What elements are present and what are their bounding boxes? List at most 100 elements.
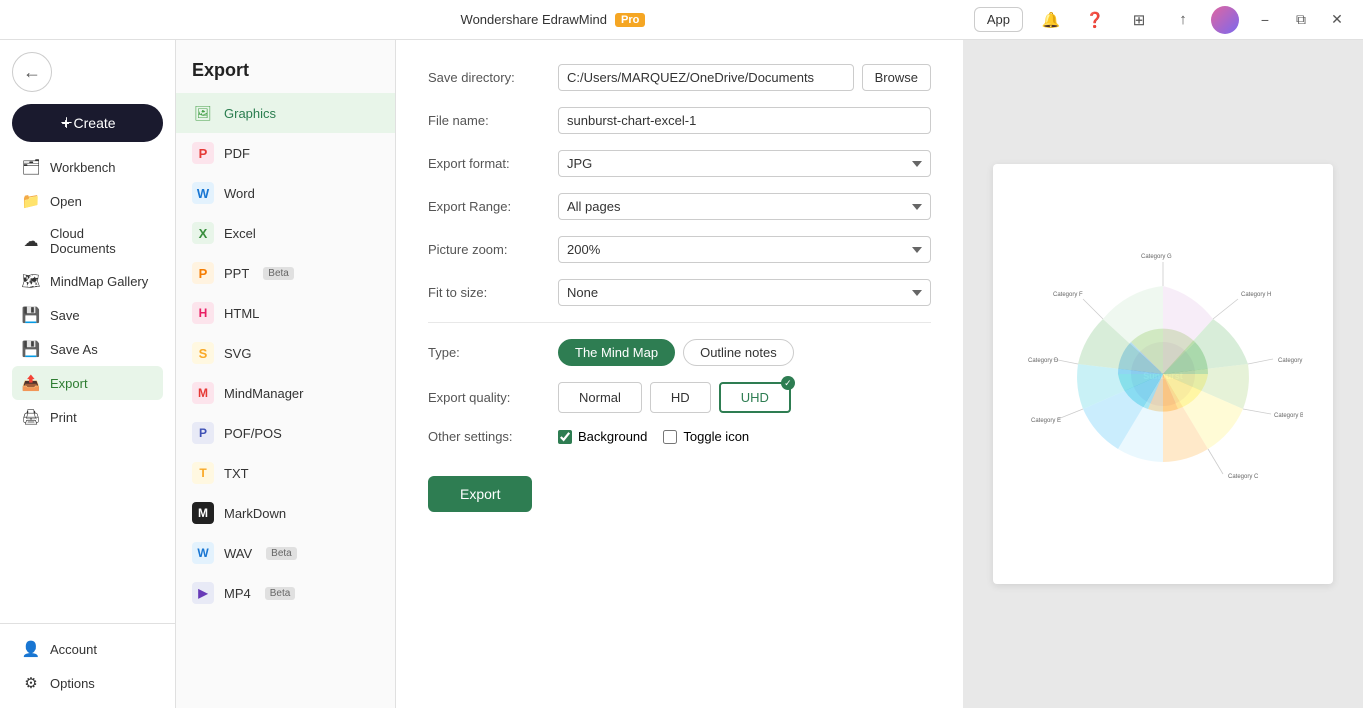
preview-panel: Sunburst [963,40,1363,708]
txt-icon: T [192,462,214,484]
export-format-control: JPG PNG BMP SVG [558,150,931,177]
toggle-icon-checkbox[interactable] [663,430,677,444]
export-item-label: MP4 [224,586,251,601]
sidebar-item-cloud[interactable]: ☁ Cloud Documents [12,218,163,264]
sidebar-item-account[interactable]: 👤 Account [12,632,163,666]
maximize-button[interactable]: ⧉ [1287,6,1315,34]
export-button[interactable]: Export [428,476,532,512]
quality-hd-button[interactable]: HD [650,382,711,413]
export-item-mindmanager[interactable]: M MindManager [176,373,395,413]
other-settings-label: Other settings: [428,429,558,444]
fit-to-size-select[interactable]: None A4 A3 Letter [558,279,931,306]
svg-text:Category C: Category C [1228,474,1259,480]
close-button[interactable]: ✕ [1323,6,1351,34]
save-directory-control: Browse [558,64,931,91]
export-item-label: TXT [224,466,249,481]
background-label: Background [578,429,647,444]
sidebar-item-options[interactable]: ⚙ Options [12,666,163,700]
export-item-ppt[interactable]: P PPT Beta [176,253,395,293]
sidebar-item-label: Save As [50,342,98,357]
svg-text:Category A: Category A [1278,358,1303,364]
export-item-graphics[interactable]: 🖼 Graphics [176,93,395,133]
app-button[interactable]: App [974,7,1023,32]
share-icon[interactable]: ↑ [1167,4,1199,36]
sidebar-item-label: Cloud Documents [50,226,153,256]
export-item-markdown[interactable]: M MarkDown [176,493,395,533]
export-item-word[interactable]: W Word [176,173,395,213]
sidebar: ← ＋ + Create 🗂 Workbench 📁 Open ☁ Cloud … [0,40,176,708]
export-format-select[interactable]: JPG PNG BMP SVG [558,150,931,177]
options-icon: ⚙ [22,674,40,692]
notification-icon[interactable]: 🔔 [1035,4,1067,36]
avatar[interactable] [1211,6,1239,34]
type-outline-notes-button[interactable]: Outline notes [683,339,794,366]
sidebar-item-workbench[interactable]: 🗂 Workbench [12,150,163,184]
export-item-wav[interactable]: W WAV Beta [176,533,395,573]
background-checkbox-item[interactable]: Background [558,429,647,444]
sidebar-item-save-as[interactable]: 💾 Save As [12,332,163,366]
preview-card: Sunburst [993,164,1333,584]
export-format-label: Export format: [428,156,558,171]
export-form: Save directory: Browse File name: Export… [396,40,963,708]
html-icon: H [192,302,214,324]
export-range-select[interactable]: All pages Current page [558,193,931,220]
app-title: Wondershare EdrawMind [461,12,607,27]
export-item-label: PDF [224,146,250,161]
ppt-beta-badge: Beta [263,267,294,280]
export-item-label: POF/POS [224,426,282,441]
svg-text:Category E: Category E [1031,418,1061,424]
export-item-pdf[interactable]: P PDF [176,133,395,173]
save-directory-input[interactable] [558,64,854,91]
export-item-html[interactable]: H HTML [176,293,395,333]
save-icon: 💾 [22,306,40,324]
svg-text:Category D: Category D [1028,358,1059,364]
sidebar-item-save[interactable]: 💾 Save [12,298,163,332]
account-icon: 👤 [22,640,40,658]
other-settings-row: Other settings: Background Toggle icon [428,429,931,444]
sidebar-item-export[interactable]: 📤 Export [12,366,163,400]
help-icon[interactable]: ❓ [1079,4,1111,36]
toggle-icon-checkbox-item[interactable]: Toggle icon [663,429,749,444]
background-checkbox[interactable] [558,430,572,444]
picture-zoom-row: Picture zoom: 200% 100% 150% 300% [428,236,931,263]
sidebar-item-mindmap-gallery[interactable]: 🗺 MindMap Gallery [12,264,163,298]
type-label: Type: [428,345,558,360]
browse-button[interactable]: Browse [862,64,931,91]
export-item-pof[interactable]: P POF/POS [176,413,395,453]
svg-icon: S [192,342,214,364]
export-item-label: PPT [224,266,249,281]
export-type-panel: Export 🖼 Graphics P PDF W Word X Excel P… [176,40,396,708]
picture-zoom-select[interactable]: 200% 100% 150% 300% [558,236,931,263]
other-settings-control: Background Toggle icon [558,429,931,444]
export-item-label: Word [224,186,255,201]
export-item-label: SVG [224,346,251,361]
mindmanager-icon: M [192,382,214,404]
minimize-button[interactable]: − [1251,6,1279,34]
sidebar-item-label: Open [50,194,82,209]
word-icon: W [192,182,214,204]
ppt-icon: P [192,262,214,284]
export-item-mp4[interactable]: ▶ MP4 Beta [176,573,395,613]
type-control: The Mind Map Outline notes [558,339,931,366]
create-button[interactable]: ＋ + Create [12,104,163,142]
export-item-excel[interactable]: X Excel [176,213,395,253]
grid-icon[interactable]: ⊞ [1123,4,1155,36]
svg-text:Category F: Category F [1053,292,1083,298]
type-mind-map-button[interactable]: The Mind Map [558,339,675,366]
export-quality-label: Export quality: [428,390,558,405]
save-directory-label: Save directory: [428,70,558,85]
export-item-svg[interactable]: S SVG [176,333,395,373]
export-item-txt[interactable]: T TXT [176,453,395,493]
file-name-input[interactable] [558,107,931,134]
sidebar-item-print[interactable]: 🖨 Print [12,400,163,434]
checkbox-group: Background Toggle icon [558,429,749,444]
back-button[interactable]: ← [12,52,52,92]
sidebar-item-open[interactable]: 📁 Open [12,184,163,218]
sidebar-item-label: Export [50,376,88,391]
cloud-icon: ☁ [22,232,40,250]
toggle-icon-label: Toggle icon [683,429,749,444]
open-icon: 📁 [22,192,40,210]
quality-uhd-button[interactable]: UHD [719,382,791,413]
quality-normal-button[interactable]: Normal [558,382,642,413]
pdf-icon: P [192,142,214,164]
